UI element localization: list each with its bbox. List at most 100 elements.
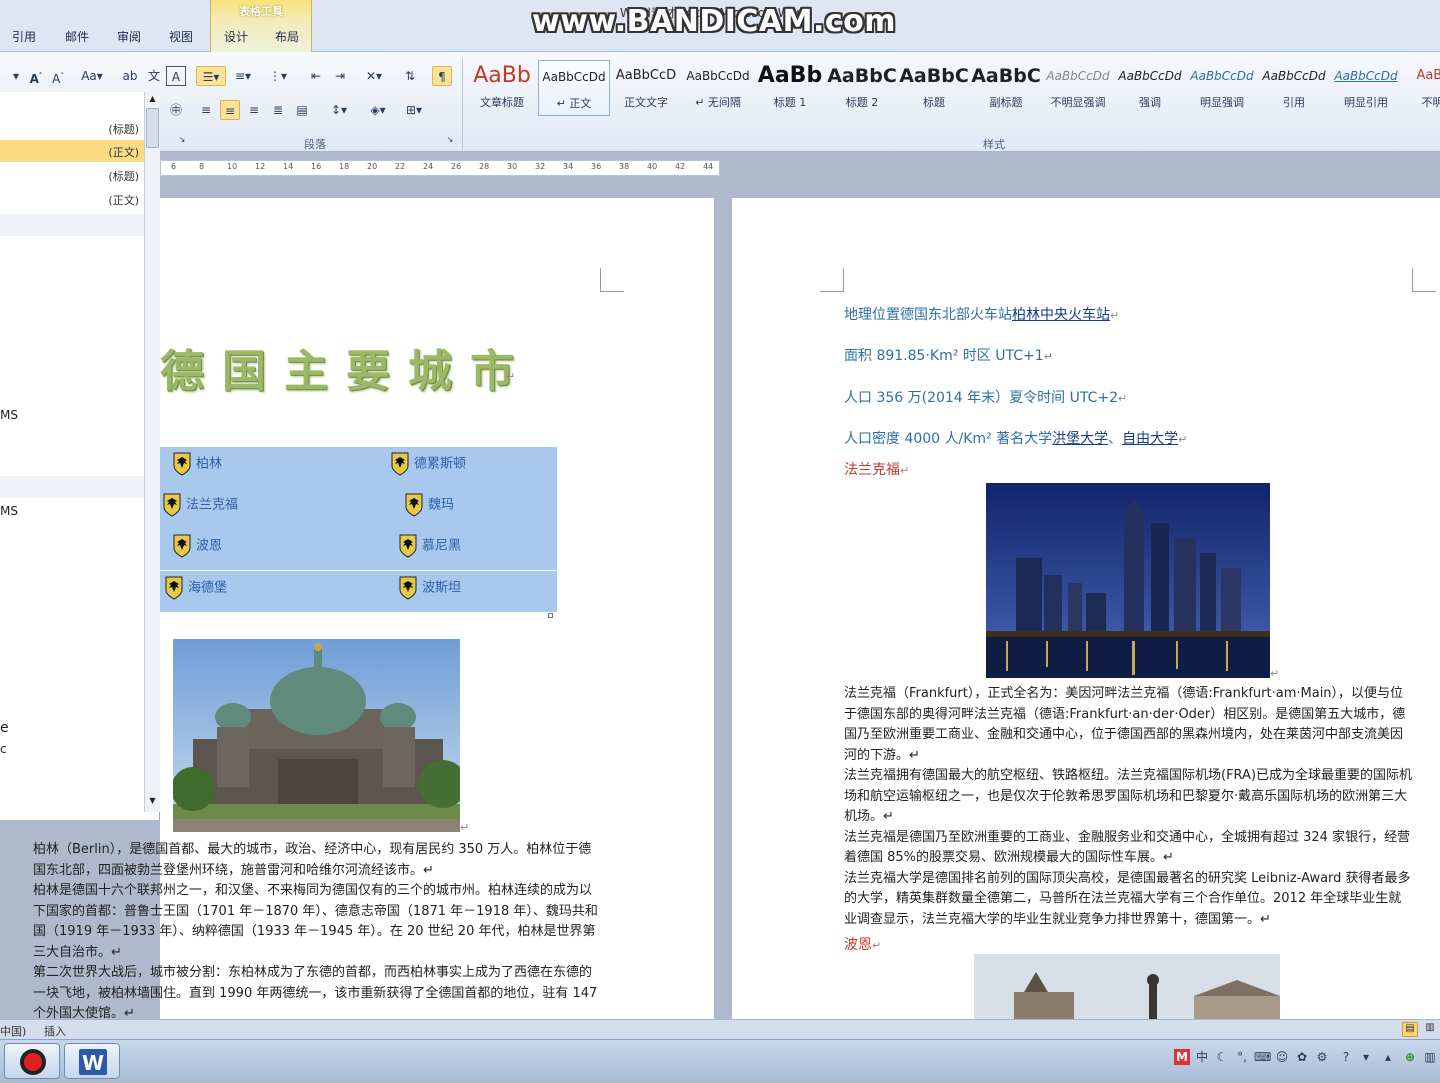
- increase-indent-icon[interactable]: ⇥: [330, 66, 350, 86]
- scroll-up-icon[interactable]: ▲: [147, 94, 158, 106]
- ime-m-icon[interactable]: M: [1174, 1049, 1190, 1065]
- align-right-icon[interactable]: ≡: [244, 100, 264, 120]
- info-density: 人口密度 4000 人/Km² 著名大学洪堡大学、自由大学↵: [844, 431, 1188, 447]
- numbering-icon[interactable]: ≡▾: [230, 66, 256, 86]
- grow-font-icon[interactable]: A˄: [26, 66, 46, 86]
- taskbar-word-button[interactable]: W: [64, 1043, 120, 1079]
- styles-pane-scrollbar[interactable]: ▲ ▼: [144, 92, 160, 812]
- style-gallery-item[interactable]: AaBbCcDd 强调: [1114, 60, 1186, 116]
- table-cell[interactable]: 慕尼黑: [398, 534, 461, 562]
- tab-references[interactable]: 引用: [12, 28, 36, 45]
- ruler-tick-label: 26: [451, 162, 462, 171]
- scroll-thumb[interactable]: [146, 108, 159, 148]
- font-size-dropdown-icon[interactable]: ▾: [6, 66, 26, 86]
- full-screen-view-icon[interactable]: ▥: [1422, 1022, 1438, 1037]
- berlin-cathedral-image[interactable]: [173, 639, 460, 832]
- style-gallery-item[interactable]: AaBb 文章标题: [466, 60, 538, 116]
- style-pane-item-selected[interactable]: (正文): [0, 140, 145, 162]
- align-left-icon[interactable]: ≡: [196, 100, 216, 120]
- show-marks-icon[interactable]: ¶: [432, 66, 452, 86]
- table-cell[interactable]: 柏林: [172, 452, 222, 480]
- tray-green-plus-icon[interactable]: ⊕: [1402, 1049, 1418, 1065]
- style-preview: AaBbCcDd: [686, 69, 750, 83]
- ime-punct-icon[interactable]: °,: [1234, 1049, 1250, 1065]
- ime-chinese-icon[interactable]: 中: [1194, 1049, 1210, 1065]
- style-gallery-item[interactable]: AaBbCcDd ↵ 无间隔: [682, 60, 754, 116]
- link-berlin-hbf[interactable]: 柏林中央火车站: [1012, 307, 1110, 323]
- table-cell[interactable]: 海德堡: [164, 576, 227, 604]
- style-gallery-item[interactable]: AaBbC 标题: [898, 60, 970, 116]
- char-border-icon[interactable]: A: [166, 66, 186, 86]
- tab-layout[interactable]: 布局: [275, 28, 299, 45]
- ime-help-icon[interactable]: ?: [1338, 1049, 1354, 1065]
- clear-format-icon[interactable]: ab: [120, 66, 140, 86]
- justify-icon[interactable]: ≣: [268, 100, 288, 120]
- style-gallery-item[interactable]: AaBbCcDd 明显强调: [1186, 60, 1258, 116]
- table-cell[interactable]: 法兰克福: [162, 493, 238, 521]
- ime-skin-icon[interactable]: ☺: [1274, 1049, 1290, 1065]
- line-spacing-icon[interactable]: ↕▾: [326, 100, 352, 120]
- status-language[interactable]: 中国): [0, 1023, 26, 1039]
- table-resize-handle[interactable]: [548, 613, 553, 618]
- scroll-down-icon[interactable]: ▼: [147, 796, 158, 808]
- ime-tools-icon[interactable]: ✿: [1294, 1049, 1310, 1065]
- enclose-char-icon[interactable]: ㊥: [166, 100, 186, 120]
- city-name: 德累斯顿: [414, 456, 467, 472]
- style-preview: AaBbCcDd: [542, 70, 606, 84]
- ime-keyboard-icon[interactable]: ⌨: [1254, 1049, 1271, 1065]
- bullets-icon[interactable]: ☰▾: [196, 66, 226, 86]
- distributed-icon[interactable]: ▤: [292, 100, 312, 120]
- tray-network-icon[interactable]: ▥: [1422, 1049, 1438, 1065]
- style-preview: AaBbC: [827, 65, 897, 87]
- sort-icon[interactable]: ⇅: [400, 66, 420, 86]
- paragraph-mark: ↵: [506, 370, 516, 383]
- style-pane-item[interactable]: (标题): [0, 117, 145, 139]
- link-free-university[interactable]: 自由大学: [1122, 431, 1178, 447]
- table-cell[interactable]: 波恩: [172, 534, 222, 562]
- ime-menu-icon[interactable]: ▾: [1358, 1049, 1374, 1065]
- style-gallery-item[interactable]: AaBb 标题 1: [754, 60, 826, 116]
- paragraph-dialog-launcher-icon[interactable]: ↘: [444, 134, 456, 146]
- frankfurt-skyline-image[interactable]: [986, 483, 1270, 678]
- style-pane-item[interactable]: (正文): [0, 188, 145, 210]
- change-case-icon[interactable]: Aa▾: [78, 66, 106, 86]
- taskbar-recorder-button[interactable]: [4, 1043, 60, 1079]
- tab-design[interactable]: 设计: [224, 28, 248, 45]
- table-cell[interactable]: 德累斯顿: [390, 452, 466, 480]
- tab-review[interactable]: 审阅: [117, 28, 141, 45]
- ime-settings-icon[interactable]: ⚙: [1314, 1049, 1330, 1065]
- style-name: 明显引用: [1344, 96, 1388, 109]
- style-gallery-item[interactable]: AaBbCcDd 不明显强调: [1042, 60, 1114, 116]
- link-humboldt[interactable]: 洪堡大学: [1052, 431, 1108, 447]
- tab-view[interactable]: 视图: [169, 28, 193, 45]
- shrink-font-icon[interactable]: A˅: [48, 66, 68, 86]
- borders-icon[interactable]: ⊞▾: [400, 100, 428, 120]
- style-pane-item[interactable]: (标题): [0, 164, 145, 186]
- horizontal-ruler[interactable]: 6 8 10 12 14 16 18 20 22 24 26 28 30 32 34 36 38 40 42 44: [160, 160, 720, 176]
- align-center-icon[interactable]: ≡: [220, 100, 240, 120]
- phonetic-guide-icon[interactable]: 文: [144, 66, 164, 86]
- style-gallery-item[interactable]: AaBbCcDd ↵ 正文: [538, 60, 610, 116]
- style-gallery-item[interactable]: AaBbCcD 正文文字: [610, 60, 682, 116]
- style-gallery-item[interactable]: AaBbCcDd 引用: [1258, 60, 1330, 116]
- style-gallery-item[interactable]: AaBbC 副标题: [970, 60, 1042, 116]
- table-cell[interactable]: 波斯坦: [398, 576, 461, 604]
- multilevel-list-icon[interactable]: ⋮▾: [264, 66, 292, 86]
- font-dialog-launcher-icon[interactable]: ↘: [176, 134, 188, 146]
- style-gallery-item[interactable]: AaBbC 不明显: [1402, 60, 1440, 116]
- bonn-image[interactable]: [974, 954, 1280, 1019]
- pane-fragment-text: c: [0, 742, 7, 756]
- table-cell[interactable]: 魏玛: [404, 493, 454, 521]
- shading-icon[interactable]: ◈▾: [364, 100, 392, 120]
- tray-overflow-icon[interactable]: ▴: [1380, 1049, 1396, 1065]
- decrease-indent-icon[interactable]: ⇤: [306, 66, 326, 86]
- chinese-layout-icon[interactable]: ✕▾: [360, 66, 388, 86]
- style-gallery-item[interactable]: AaBbCcDd 明显引用: [1330, 60, 1402, 116]
- style-gallery-item[interactable]: AaBbC 标题 2: [826, 60, 898, 116]
- city-table[interactable]: 柏林 德累斯顿 法兰克福 魏玛 波恩 慕尼黑 海德堡 波斯坦: [160, 447, 557, 612]
- tab-mailings[interactable]: 邮件: [65, 28, 89, 45]
- print-layout-view-icon[interactable]: ▤: [1402, 1022, 1418, 1037]
- status-insert-mode[interactable]: 插入: [44, 1023, 66, 1039]
- heading-frankfurt: 法兰克福↵: [844, 462, 910, 478]
- ime-moon-icon[interactable]: ☾: [1214, 1049, 1230, 1065]
